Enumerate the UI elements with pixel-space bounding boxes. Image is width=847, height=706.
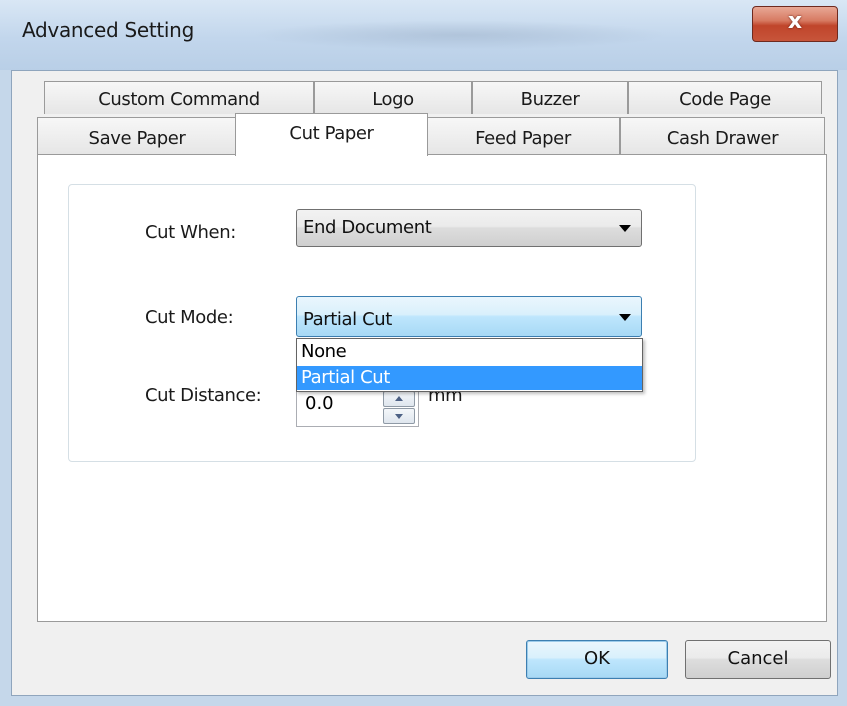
close-icon: x: [787, 9, 803, 34]
tab-custom-command[interactable]: Custom Command: [44, 81, 314, 114]
cut-when-label: Cut When:: [145, 222, 236, 243]
cut-when-select[interactable]: End Document: [296, 209, 642, 247]
arrow-down-icon: [395, 414, 403, 419]
cut-distance-label: Cut Distance:: [145, 385, 262, 406]
advanced-setting-window: Advanced Setting x Custom Command Logo B…: [0, 0, 847, 706]
window-title: Advanced Setting: [22, 18, 194, 42]
cut-distance-value[interactable]: 0.0: [305, 393, 334, 414]
tab-cash-drawer[interactable]: Cash Drawer: [620, 117, 825, 154]
cancel-button[interactable]: Cancel: [685, 640, 831, 679]
tab-code-page[interactable]: Code Page: [628, 81, 822, 114]
cut-when-value: End Document: [303, 217, 432, 238]
dropdown-option-none[interactable]: None: [297, 340, 642, 364]
window-bottom-border: [0, 696, 847, 706]
chevron-down-icon: [619, 225, 631, 232]
close-button[interactable]: x: [752, 6, 838, 42]
cut-mode-select[interactable]: Partial Cut: [296, 296, 642, 337]
cut-mode-label: Cut Mode:: [145, 307, 234, 328]
cut-mode-value: Partial Cut: [303, 309, 392, 330]
arrow-up-icon: [395, 396, 403, 401]
spin-down-button[interactable]: [383, 408, 415, 424]
tab-feed-paper[interactable]: Feed Paper: [426, 117, 620, 154]
cut-distance-stepper[interactable]: 0.0: [296, 388, 419, 427]
cut-mode-dropdown-list: None Partial Cut: [296, 338, 643, 392]
title-bar-background-blur: [250, 20, 670, 50]
tab-buzzer[interactable]: Buzzer: [472, 81, 628, 114]
dropdown-option-partial-cut[interactable]: Partial Cut: [297, 366, 642, 390]
spin-up-button[interactable]: [383, 391, 415, 407]
tab-cut-paper[interactable]: Cut Paper: [235, 113, 428, 156]
chevron-down-icon: [619, 313, 631, 321]
ok-button[interactable]: OK: [526, 640, 668, 679]
tab-save-paper[interactable]: Save Paper: [37, 117, 237, 154]
tab-logo[interactable]: Logo: [314, 81, 472, 114]
